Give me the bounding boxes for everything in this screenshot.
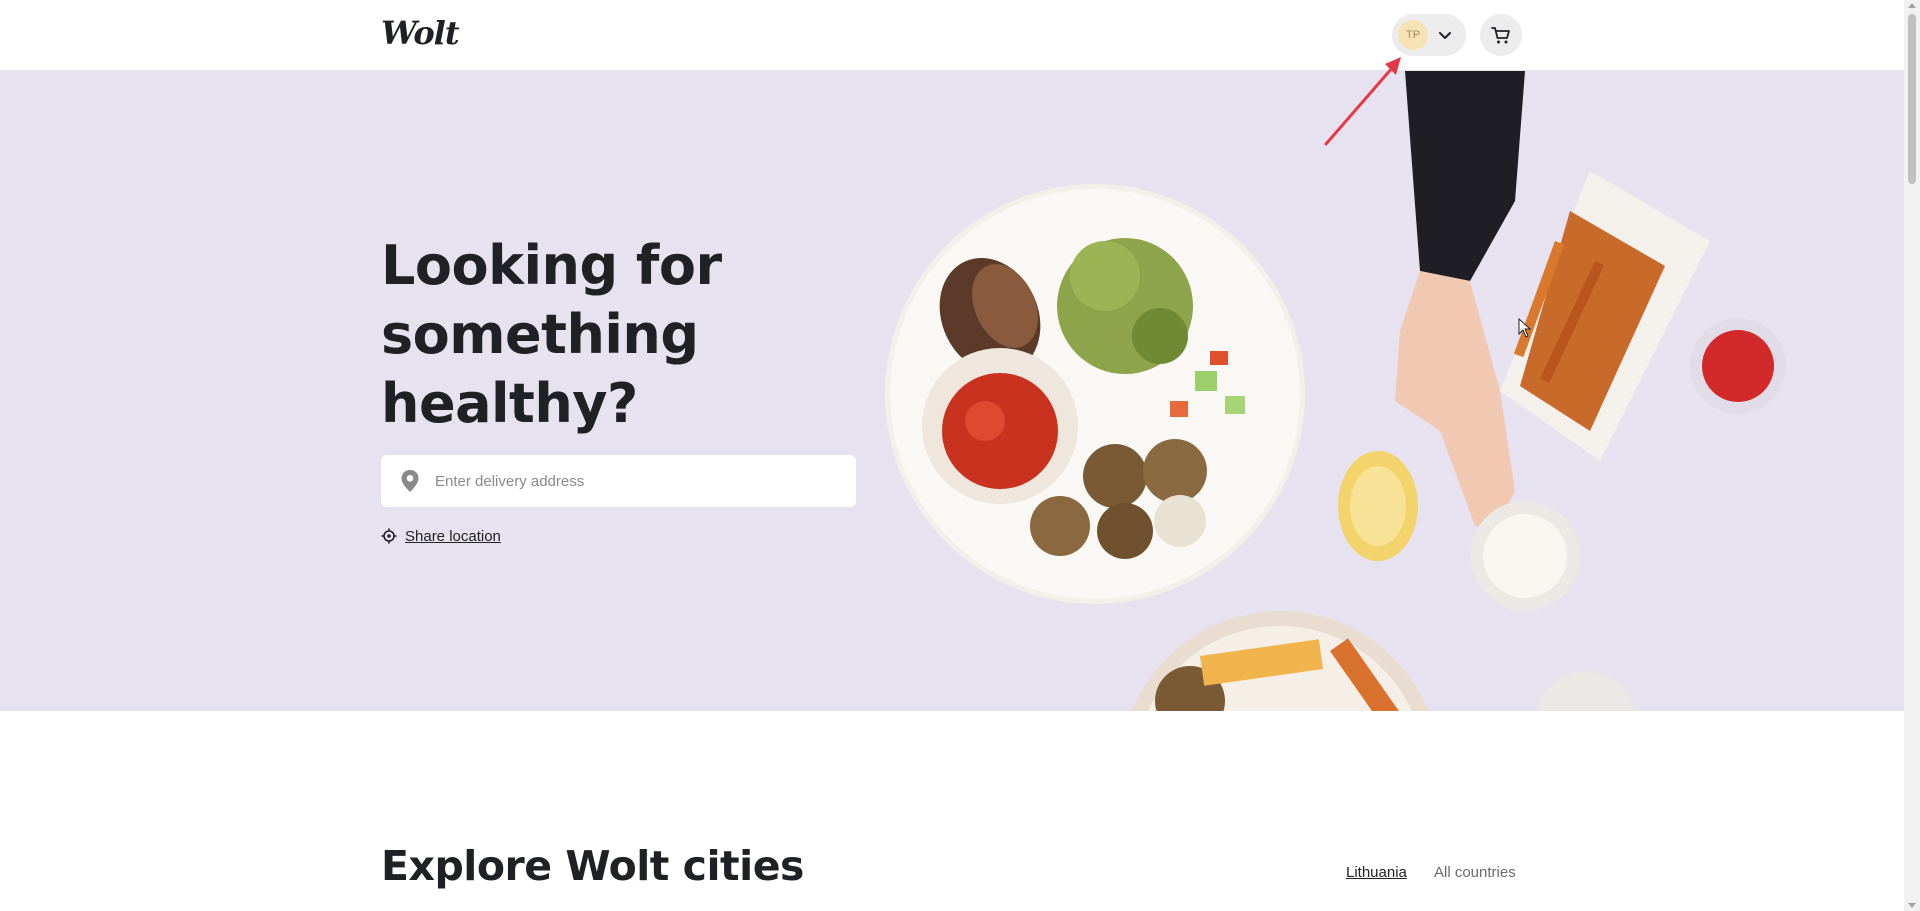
cart-icon [1491,27,1510,44]
cart-button[interactable] [1480,14,1522,56]
page-scrollbar[interactable] [1904,0,1920,911]
crosshair-icon [381,528,397,544]
hero-title: Looking for something healthy? [381,234,722,435]
map-pin-icon [401,470,419,492]
share-location-label: Share location [405,527,501,545]
scroll-down-icon[interactable] [1908,903,1916,908]
delivery-address-input[interactable] [433,455,843,507]
mouse-cursor-icon [1518,318,1532,338]
avatar: TP [1398,20,1428,50]
hero-section: Looking for something healthy? Share loc… [0,71,1904,711]
scrollbar-thumb[interactable] [1908,14,1916,184]
address-search-box[interactable] [381,455,856,507]
wolt-logo[interactable]: Wolt [381,14,460,52]
share-location-link[interactable]: Share location [381,525,501,547]
hero-food-image [885,71,1786,711]
chevron-down-icon [1439,32,1451,39]
explore-cities-title: Explore Wolt cities [381,842,804,890]
top-nav: Wolt TP [0,0,1904,71]
user-menu-button[interactable]: TP [1392,14,1466,56]
tab-lithuania[interactable]: Lithuania [1346,864,1407,881]
scroll-up-icon[interactable] [1908,3,1916,8]
tab-all-countries[interactable]: All countries [1434,864,1516,881]
